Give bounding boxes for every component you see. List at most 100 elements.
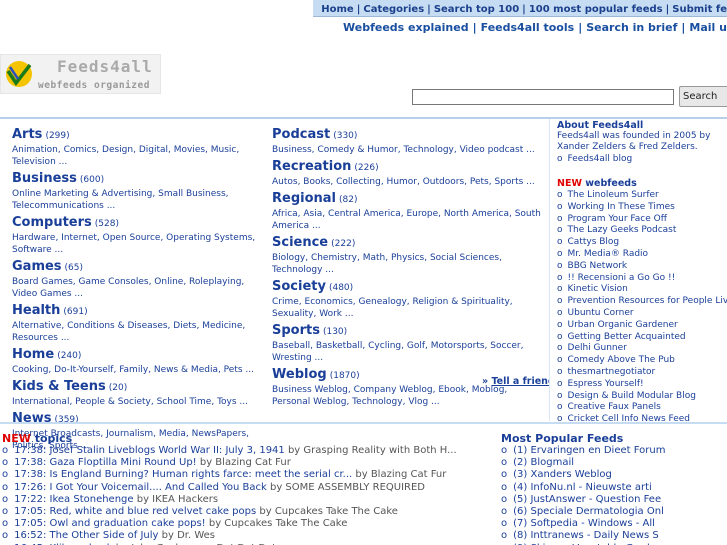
category-link[interactable]: Computers xyxy=(12,215,92,230)
popular-feed-link[interactable]: (4) InfoNu.nl - Nieuwste arti xyxy=(513,482,652,493)
webfeed-link[interactable]: The Linoleum Surfer xyxy=(568,190,659,200)
webfeed-link[interactable]: !! Recensioni a Go Go !! xyxy=(568,273,676,283)
top-nav-link[interactable]: Search top 100 xyxy=(434,4,519,15)
topic-title-link[interactable]: Ikea Stonehenge xyxy=(50,494,134,505)
list-item[interactable]: o Prevention Resources for People Livin..… xyxy=(557,296,727,308)
list-item[interactable]: o Feeds4all blog xyxy=(557,154,632,166)
subcategory-links[interactable]: Board Games, Game Consoles, Online, Role… xyxy=(12,276,268,300)
subcategory-links[interactable]: Cooking, Do-It-Yourself, Family, News & … xyxy=(12,364,268,376)
secondary-nav-link[interactable]: Webfeeds explained xyxy=(343,21,469,34)
list-item[interactable]: o Getting Better Acquainted xyxy=(557,332,727,344)
webfeed-link[interactable]: BBG Network xyxy=(568,261,628,271)
secondary-nav-link[interactable]: Search in brief xyxy=(586,21,677,34)
list-item[interactable]: o BBG Network xyxy=(557,261,727,273)
subcategory-links[interactable]: Online Marketing & Advertising, Small Bu… xyxy=(12,188,268,212)
popular-feed-row[interactable]: o (1) Ervaringen en Dieet Forum xyxy=(501,445,727,457)
secondary-nav-link[interactable]: Feeds4all tools xyxy=(481,21,575,34)
topic-row[interactable]: o 17:05: Owl and graduation cake pops! by… xyxy=(2,518,492,530)
popular-feed-row[interactable]: o (5) JustAnswer - Question Fee xyxy=(501,494,727,506)
popular-feed-row[interactable]: o (2) Blogmail xyxy=(501,457,727,469)
popular-feed-row[interactable]: o (7) Softpedia - Windows - All xyxy=(501,518,727,530)
topic-row[interactable]: o 17:26: I Got Your Voicemail.... And Cal… xyxy=(2,482,492,494)
subcategory-links[interactable]: Alternative, Conditions & Diseases, Diet… xyxy=(12,320,268,344)
top-nav-link[interactable]: Categories xyxy=(363,4,424,15)
webfeed-link[interactable]: Working In These Times xyxy=(568,202,675,212)
subcategory-links[interactable]: International, People & Society, School … xyxy=(12,396,268,408)
category-link[interactable]: Society xyxy=(272,279,326,294)
list-item[interactable]: o The Linoleum Surfer xyxy=(557,190,727,202)
topic-title-link[interactable]: Gaza Floptilla Mini Round Up! xyxy=(50,457,197,468)
popular-feed-link[interactable]: (5) JustAnswer - Question Fee xyxy=(513,494,661,505)
category-link[interactable]: Regional xyxy=(272,191,336,206)
popular-feed-link[interactable]: (7) Softpedia - Windows - All xyxy=(513,518,655,529)
popular-feed-row[interactable]: o (8) Inttranews - Daily News S xyxy=(501,530,727,542)
webfeed-link[interactable]: Cattys Blog xyxy=(568,237,620,247)
list-item[interactable]: o Program Your Face Off xyxy=(557,214,727,226)
webfeed-link[interactable]: Delhi Gunner xyxy=(568,343,627,353)
category-link[interactable]: Home xyxy=(12,347,54,362)
topic-title-link[interactable]: Owl and graduation cake pops! xyxy=(50,518,206,529)
category-link[interactable]: Games xyxy=(12,259,62,274)
category-link[interactable]: Kids & Teens xyxy=(12,379,106,394)
search-input[interactable] xyxy=(412,89,674,105)
subcategory-links[interactable]: Africa, Asia, Central America, Europe, N… xyxy=(272,208,542,232)
webfeed-link[interactable]: The Lazy Geeks Podcast xyxy=(568,225,677,235)
topic-row[interactable]: o 16:52: The Other Side of July by Dr. We… xyxy=(2,530,492,542)
list-item[interactable]: o Cattys Blog xyxy=(557,237,727,249)
subcategory-links[interactable]: Animation, Comics, Design, Digital, Movi… xyxy=(12,144,268,168)
search-button[interactable]: Search xyxy=(679,86,727,107)
topic-title-link[interactable]: Red, white and blue red velvet cake pops xyxy=(50,506,257,517)
list-item[interactable]: o Delhi Gunner xyxy=(557,343,727,355)
topic-row[interactable]: o 17:38: Gaza Floptilla Mini Round Up! by… xyxy=(2,457,492,469)
popular-feed-row[interactable]: o (6) Speciale Dermatologia Onl xyxy=(501,506,727,518)
list-item[interactable]: o Ubuntu Corner xyxy=(557,308,727,320)
top-nav-link[interactable]: Home xyxy=(321,4,353,15)
webfeed-link[interactable]: Design & Build Modular Blog xyxy=(568,391,696,401)
category-link[interactable]: Arts xyxy=(12,127,42,142)
list-item[interactable]: o Working In These Times xyxy=(557,202,727,214)
list-item[interactable]: o Creative Faux Panels xyxy=(557,402,727,414)
topic-row[interactable]: o 17:05: Red, white and blue red velvet c… xyxy=(2,506,492,518)
list-item[interactable]: o Espress Yourself! xyxy=(557,379,727,391)
subcategory-links[interactable]: Crime, Economics, Genealogy, Religion & … xyxy=(272,296,542,320)
popular-feed-link[interactable]: (6) Speciale Dermatologia Onl xyxy=(513,506,664,517)
webfeed-link[interactable]: Comedy Above The Pub xyxy=(568,355,675,365)
list-item[interactable]: o thesmartnegotiator xyxy=(557,367,727,379)
top-nav-link[interactable]: Submit fe xyxy=(672,4,727,15)
category-link[interactable]: Recreation xyxy=(272,159,351,174)
webfeed-link[interactable]: Kinetic Vision xyxy=(568,284,628,294)
webfeed-link[interactable]: Prevention Resources for People Livin... xyxy=(568,296,727,306)
webfeed-link[interactable]: Urban Organic Gardener xyxy=(568,320,678,330)
subcategory-links[interactable]: Hardware, Internet, Open Source, Operati… xyxy=(12,232,268,256)
webfeed-link[interactable]: Creative Faux Panels xyxy=(568,402,661,412)
topic-row[interactable]: o 17:22: Ikea Stonehenge by IKEA Hackers xyxy=(2,494,492,506)
webfeed-link[interactable]: Getting Better Acquainted xyxy=(568,332,686,342)
subcategory-links[interactable]: Autos, Books, Collecting, Humor, Outdoor… xyxy=(272,176,542,188)
webfeed-link[interactable]: Ubuntu Corner xyxy=(568,308,634,318)
webfeed-link[interactable]: Mr. Media® Radio xyxy=(568,249,649,259)
list-item[interactable]: o Kinetic Vision xyxy=(557,284,727,296)
webfeed-link[interactable]: Espress Yourself! xyxy=(568,379,644,389)
list-item[interactable]: o Comedy Above The Pub xyxy=(557,355,727,367)
topic-title-link[interactable]: I Got Your Voicemail.... And Called You … xyxy=(50,482,267,493)
category-link[interactable]: Podcast xyxy=(272,127,330,142)
category-link[interactable]: Sports xyxy=(272,323,320,338)
list-item[interactable]: o Urban Organic Gardener xyxy=(557,320,727,332)
topic-row[interactable]: o 17:38: Is England Burning? Human rights… xyxy=(2,469,492,481)
category-link[interactable]: Health xyxy=(12,303,60,318)
top-nav-link[interactable]: 100 most popular feeds xyxy=(529,4,663,15)
webfeed-link[interactable]: Program Your Face Off xyxy=(568,214,667,224)
category-link[interactable]: Business xyxy=(12,171,77,186)
subcategory-links[interactable]: Baseball, Basketball, Cycling, Golf, Mot… xyxy=(272,340,542,364)
subcategory-links[interactable]: Business Weblog, Company Weblog, Ebook, … xyxy=(272,384,542,408)
webfeed-link[interactable]: thesmartnegotiator xyxy=(568,367,656,377)
popular-feed-row[interactable]: o (3) Xanders Weblog xyxy=(501,469,727,481)
popular-feed-link[interactable]: (8) Inttranews - Daily News S xyxy=(513,530,659,541)
category-link[interactable]: Science xyxy=(272,235,328,250)
site-logo[interactable]: Feeds4all webfeeds organized xyxy=(0,54,161,94)
subcategory-links[interactable]: Business, Comedy & Humor, Technology, Vi… xyxy=(272,144,542,156)
feeds4all-blog-link[interactable]: Feeds4all blog xyxy=(568,154,633,164)
popular-feed-link[interactable]: (2) Blogmail xyxy=(513,457,574,468)
topic-title-link[interactable]: The Other Side of July xyxy=(50,530,159,541)
popular-feed-link[interactable]: (1) Ervaringen en Dieet Forum xyxy=(513,445,665,456)
